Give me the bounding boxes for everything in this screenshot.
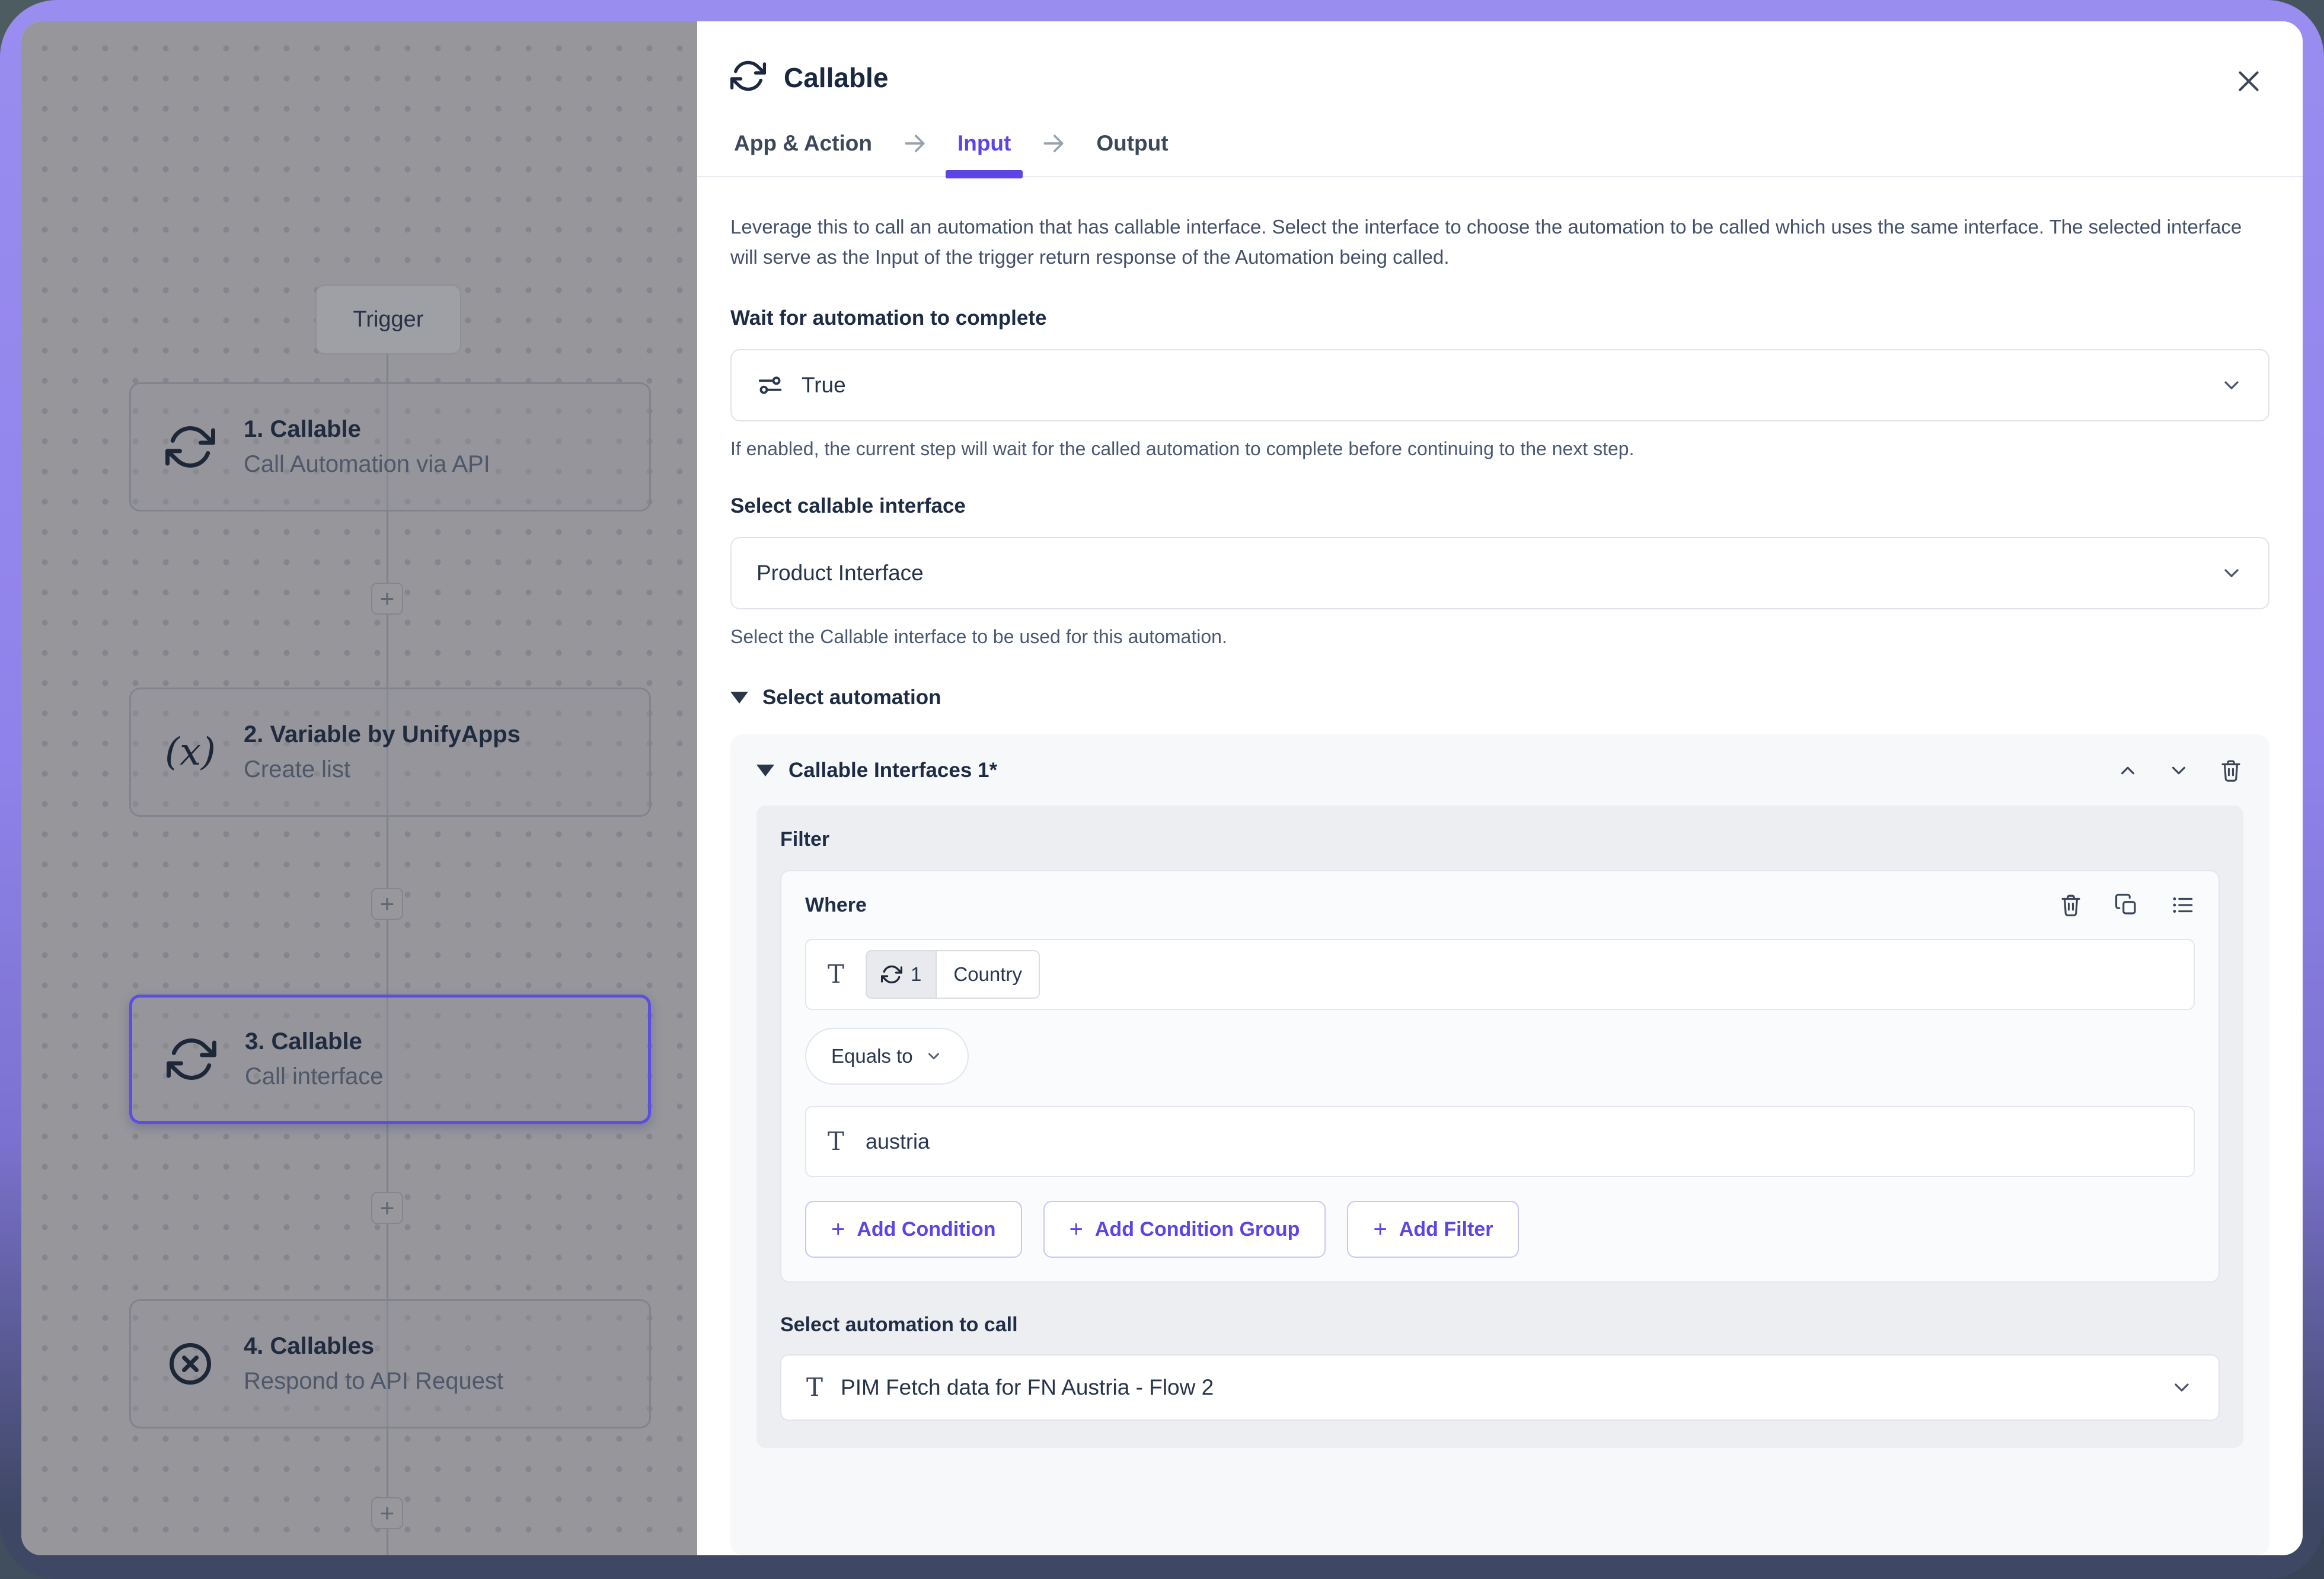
sync-icon xyxy=(163,1034,220,1084)
move-up-icon[interactable] xyxy=(2116,759,2139,782)
variable-icon: (x) xyxy=(162,730,219,774)
trash-icon[interactable] xyxy=(2058,893,2083,918)
chevron-down-icon xyxy=(2170,1376,2194,1399)
arrow-right-icon xyxy=(902,130,928,156)
plus-icon: + xyxy=(1373,1217,1387,1241)
arrow-right-icon xyxy=(1040,130,1067,156)
add-filter-button[interactable]: + Add Filter xyxy=(1347,1201,1519,1258)
add-step-button[interactable]: + xyxy=(371,583,403,615)
copy-icon[interactable] xyxy=(2114,893,2139,918)
chip-ref-field: Country xyxy=(936,951,1039,998)
wait-field-value: True xyxy=(802,373,846,398)
sliders-icon xyxy=(756,372,784,399)
chip-ref-number: 1 xyxy=(911,963,921,986)
select-automation-collapse[interactable]: Select automation xyxy=(730,686,2269,709)
where-group: Where xyxy=(780,870,2220,1283)
interface-field-label: Select callable interface xyxy=(730,494,2269,518)
sync-icon xyxy=(881,964,902,985)
move-down-icon[interactable] xyxy=(2167,759,2190,782)
callable-interfaces-collapse[interactable]: Callable Interfaces 1* xyxy=(756,759,997,782)
close-icon[interactable] xyxy=(2234,66,2264,99)
operator-select[interactable]: Equals to xyxy=(805,1028,969,1085)
panel-body: Leverage this to call an automation that… xyxy=(697,177,2303,1555)
wait-field-label: Wait for automation to complete xyxy=(730,306,2269,330)
circle-x-icon xyxy=(162,1339,219,1389)
chevron-down-icon xyxy=(2220,561,2243,585)
automation-to-call-value: PIM Fetch data for FN Austria - Flow 2 xyxy=(841,1375,1214,1400)
automation-to-call-select[interactable]: T PIM Fetch data for FN Austria - Flow 2 xyxy=(780,1354,2220,1421)
plus-icon: + xyxy=(1070,1217,1083,1241)
plus-icon: + xyxy=(831,1217,845,1241)
node-subtitle: Respond to API Request xyxy=(244,1368,503,1395)
node-title: 4. Callables xyxy=(244,1333,503,1360)
text-type-icon: T xyxy=(806,1375,823,1400)
callable-interface-select[interactable]: Product Interface xyxy=(730,537,2269,609)
add-step-button[interactable]: + xyxy=(371,1192,403,1224)
plus-icon: + xyxy=(380,1196,395,1220)
tab-input[interactable]: Input xyxy=(954,129,1014,158)
condition-value-input[interactable]: T austria xyxy=(805,1106,2195,1177)
tab-app-and-action[interactable]: App & Action xyxy=(730,129,876,158)
callable-interfaces-title: Callable Interfaces 1* xyxy=(788,759,997,782)
tab-output[interactable]: Output xyxy=(1093,129,1171,158)
where-label: Where xyxy=(805,894,867,917)
automation-to-call-label: Select automation to call xyxy=(780,1313,2220,1337)
add-step-button[interactable]: + xyxy=(371,888,403,920)
wait-for-automation-select[interactable]: True xyxy=(730,349,2269,421)
sync-icon xyxy=(730,58,766,97)
wait-helper-text: If enabled, the current step will wait f… xyxy=(730,438,2269,460)
sync-icon xyxy=(162,422,219,472)
interface-helper-text: Select the Callable interface to be used… xyxy=(730,626,2269,648)
select-automation-label: Select automation xyxy=(762,686,941,709)
trash-icon[interactable] xyxy=(2218,758,2243,783)
plus-icon: + xyxy=(380,891,395,916)
node-4-callables[interactable]: 4. Callables Respond to API Request xyxy=(129,1299,651,1428)
description-text: Leverage this to call an automation that… xyxy=(730,212,2269,272)
callable-interfaces-card: Callable Interfaces 1* xyxy=(730,734,2269,1555)
node-3-callable-selected[interactable]: 3. Callable Call interface xyxy=(129,995,651,1124)
node-title: 2. Variable by UnifyApps xyxy=(244,721,521,748)
condition-value: austria xyxy=(866,1129,930,1154)
field-reference-chip[interactable]: 1 Country xyxy=(866,950,1040,999)
workflow-canvas[interactable]: Trigger 1. Callable Call Automation via … xyxy=(21,21,697,1555)
chevron-down-icon xyxy=(2220,373,2243,397)
panel-header: Callable App & Action Input Output xyxy=(697,21,2303,177)
app-window: Trigger 1. Callable Call Automation via … xyxy=(21,21,2303,1555)
node-title: 3. Callable xyxy=(245,1028,383,1055)
node-subtitle: Call interface xyxy=(245,1063,383,1090)
node-2-variable[interactable]: (x) 2. Variable by UnifyApps Create list xyxy=(129,688,651,817)
node-title: 1. Callable xyxy=(244,416,490,443)
tab-bar: App & Action Input Output xyxy=(697,129,2303,177)
node-1-callable[interactable]: 1. Callable Call Automation via API xyxy=(129,382,651,512)
add-condition-button[interactable]: + Add Condition xyxy=(805,1201,1022,1258)
triangle-down-icon xyxy=(756,765,774,776)
page-title: Callable xyxy=(784,62,888,94)
interface-field-value: Product Interface xyxy=(756,561,924,586)
node-subtitle: Call Automation via API xyxy=(244,451,490,478)
add-step-button[interactable]: + xyxy=(371,1497,403,1529)
plus-icon: + xyxy=(380,1501,395,1526)
triangle-down-icon xyxy=(730,692,748,704)
filter-section: Filter Where xyxy=(756,806,2243,1448)
list-icon[interactable] xyxy=(2170,893,2195,918)
trigger-label: Trigger xyxy=(353,307,424,333)
add-condition-group-button[interactable]: + Add Condition Group xyxy=(1043,1201,1326,1258)
filter-label: Filter xyxy=(780,828,2220,851)
screenshot-stage: Trigger 1. Callable Call Automation via … xyxy=(0,0,2324,1579)
operator-value: Equals to xyxy=(831,1045,913,1067)
plus-icon: + xyxy=(380,586,395,611)
config-panel: Callable App & Action Input Output xyxy=(697,21,2303,1555)
text-type-icon: T xyxy=(828,962,844,987)
condition-field-input[interactable]: T 1 Country xyxy=(805,939,2195,1010)
trigger-node[interactable]: Trigger xyxy=(315,285,461,354)
node-subtitle: Create list xyxy=(244,756,521,783)
chevron-down-icon xyxy=(925,1047,943,1065)
text-type-icon: T xyxy=(828,1129,844,1154)
